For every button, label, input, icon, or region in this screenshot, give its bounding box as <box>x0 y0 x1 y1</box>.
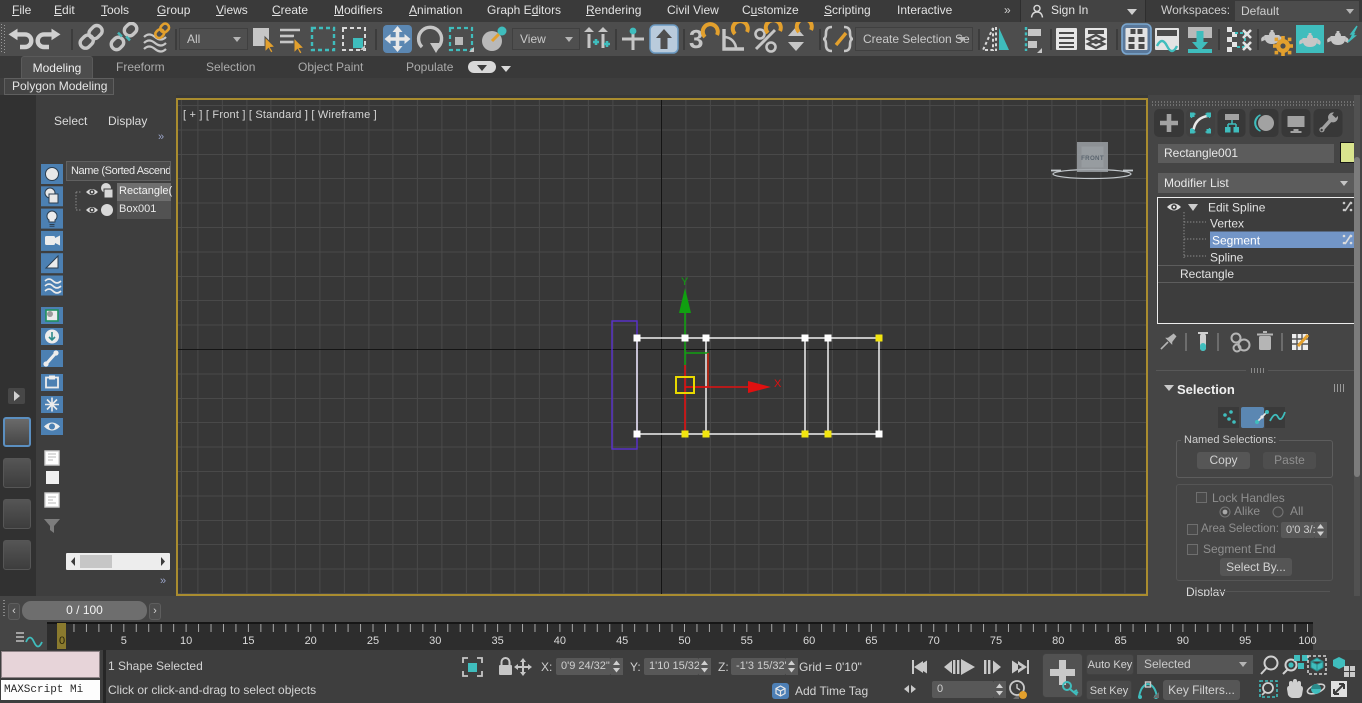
svg-text:Edit Spline: Edit Spline <box>1208 201 1266 215</box>
svg-text:FRONT: FRONT <box>1081 155 1104 162</box>
svg-text:Vertex: Vertex <box>1210 217 1244 231</box>
svg-text:Rectangle: Rectangle <box>1180 267 1234 281</box>
svg-text:Segment: Segment <box>1212 234 1261 248</box>
svg-text:X: X <box>774 378 782 390</box>
svg-text:3: 3 <box>689 24 703 54</box>
svg-text:Y: Y <box>681 276 689 288</box>
svg-text:Spline: Spline <box>1210 251 1244 265</box>
